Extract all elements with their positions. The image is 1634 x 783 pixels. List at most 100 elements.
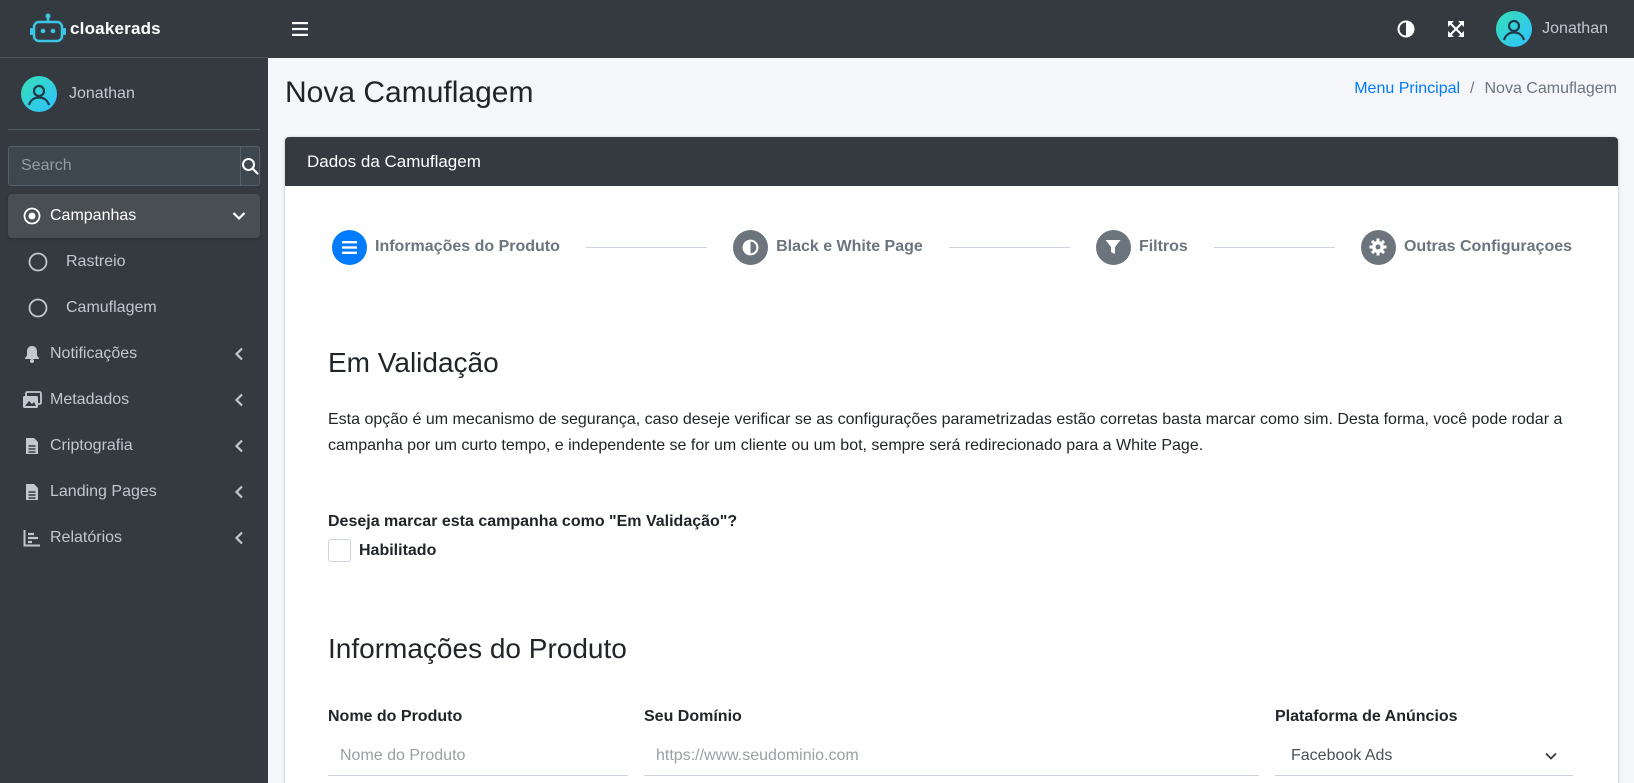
- sidebar-user-name: Jonathan: [69, 84, 135, 102]
- product-name-input[interactable]: [328, 736, 628, 776]
- sidebar-nav: Campanhas Rastreio Camuflagem Notificaçõ…: [0, 194, 268, 560]
- step-label: Informações do Produto: [375, 238, 560, 255]
- fullscreen-button[interactable]: [1446, 19, 1466, 39]
- breadcrumb-separator: /: [1470, 80, 1475, 97]
- breadcrumb-home-link[interactable]: Menu Principal: [1354, 80, 1460, 98]
- field-label: Plataforma de Anúncios: [1275, 708, 1458, 725]
- step-black-white-page[interactable]: Black e White Page: [733, 229, 923, 265]
- platform-select[interactable]: Facebook Ads: [1275, 736, 1573, 776]
- step-circle: [1095, 229, 1131, 265]
- hamburger-icon: [292, 22, 308, 36]
- half-circle-icon: [742, 239, 759, 255]
- sidebar-item-camuflagem[interactable]: Camuflagem: [8, 286, 260, 330]
- sidebar-item-criptografia[interactable]: Criptografia: [8, 424, 260, 468]
- circle-icon: [28, 298, 48, 318]
- camuflagem-card: Dados da Camuflagem Informações do Produ…: [285, 137, 1618, 783]
- chevron-left-icon: [232, 439, 246, 453]
- domain-field: Seu Domínio: [644, 708, 1259, 776]
- user-panel[interactable]: Jonathan: [8, 58, 260, 130]
- sidebar-item-relatorios[interactable]: Relatórios: [8, 516, 260, 560]
- product-name-field: Nome do Produto: [328, 708, 628, 776]
- images-icon: [22, 390, 42, 410]
- chart-icon: [22, 528, 42, 548]
- step-connector: [948, 246, 1070, 248]
- step-circle: [332, 229, 367, 265]
- validation-title: Em Validação: [328, 347, 499, 378]
- sidebar-item-label: Camuflagem: [66, 299, 157, 316]
- step-label: Outras Configuraçoes: [1403, 238, 1573, 255]
- search-button[interactable]: [240, 146, 260, 186]
- product-section-title: Informações do Produto: [328, 633, 627, 664]
- list-icon: [342, 240, 357, 254]
- checkbox-label[interactable]: Habilitado: [359, 542, 436, 560]
- bell-icon: [22, 344, 42, 364]
- page-title: Nova Camuflagem: [285, 76, 534, 109]
- platform-field: Plataforma de Anúncios Facebook Ads: [1275, 708, 1573, 776]
- sidebar-item-campanhas[interactable]: Campanhas: [8, 194, 260, 238]
- step-outras-configuracoes[interactable]: Outras Configuraçoes: [1360, 229, 1573, 265]
- brand-link[interactable]: cloakerads: [0, 0, 268, 58]
- chevron-left-icon: [232, 485, 246, 499]
- card-header: Dados da Camuflagem: [285, 137, 1618, 186]
- main-content: Nova Camuflagem Menu Principal / Nova Ca…: [268, 58, 1634, 783]
- menu-toggle-button[interactable]: [292, 20, 310, 38]
- contrast-icon: [1397, 20, 1415, 38]
- validation-checkbox[interactable]: [328, 539, 351, 562]
- domain-input[interactable]: [644, 736, 1259, 776]
- sidebar-item-landing-pages[interactable]: Landing Pages: [8, 470, 260, 514]
- sidebar-item-label: Relatórios: [50, 529, 123, 546]
- user-menu[interactable]: Jonathan: [1496, 11, 1608, 47]
- step-connector: [1213, 246, 1335, 248]
- navbar-right: Jonathan: [1396, 0, 1608, 58]
- chevron-left-icon: [232, 393, 246, 407]
- step-circle: [733, 229, 769, 265]
- circle-icon: [28, 252, 48, 272]
- dot-circle-icon: [22, 206, 42, 226]
- validation-description: Esta opção é um mecanismo de segurança, …: [328, 411, 1563, 454]
- field-label: Seu Domínio: [644, 708, 742, 725]
- step-label: Black e White Page: [776, 238, 923, 255]
- step-label: Filtros: [1138, 238, 1188, 255]
- sidebar-search: [8, 146, 260, 186]
- sidebar-item-label: Criptografia: [50, 437, 133, 454]
- search-input[interactable]: [8, 146, 240, 186]
- sidebar: cloakerads Jonathan Campanhas: [0, 0, 268, 783]
- validation-question: Deseja marcar esta campanha como "Em Val…: [328, 513, 738, 530]
- top-navbar: Jonathan: [268, 0, 1634, 58]
- step-filtros[interactable]: Filtros: [1095, 229, 1188, 265]
- sidebar-item-notificacoes[interactable]: Notificações: [8, 332, 260, 376]
- sidebar-item-rastreio[interactable]: Rastreio: [8, 240, 260, 284]
- breadcrumb-current: Nova Camuflagem: [1484, 80, 1618, 97]
- expand-arrows-icon: [1448, 21, 1465, 37]
- sidebar-item-metadados[interactable]: Metadados: [8, 378, 260, 422]
- robot-logo-icon: [30, 13, 66, 42]
- step-connector: [585, 246, 708, 248]
- sidebar-item-label: Notificações: [50, 345, 138, 362]
- step-informacoes-produto[interactable]: Informações do Produto: [332, 229, 560, 265]
- filter-icon: [1105, 240, 1121, 254]
- platform-selected-value: Facebook Ads: [1291, 746, 1393, 764]
- avatar: [21, 75, 57, 112]
- field-label: Nome do Produto: [328, 708, 463, 725]
- chevron-left-icon: [232, 347, 246, 361]
- file-icon: [22, 482, 42, 502]
- file-icon: [22, 436, 42, 456]
- content-header: Nova Camuflagem Menu Principal / Nova Ca…: [268, 58, 1634, 134]
- sidebar-item-label: Rastreio: [66, 253, 126, 270]
- sidebar-item-label: Campanhas: [50, 207, 137, 224]
- sidebar-item-label: Landing Pages: [50, 483, 157, 500]
- stepper: Informações do Produto Black e White Pag…: [332, 229, 1572, 265]
- navbar-user-name: Jonathan: [1542, 20, 1608, 37]
- card-title: Dados da Camuflagem: [307, 151, 481, 171]
- chevron-down-icon: [232, 209, 246, 223]
- breadcrumb: Menu Principal / Nova Camuflagem: [1354, 80, 1617, 98]
- step-circle: [1360, 229, 1396, 265]
- chevron-down-icon: [1545, 752, 1557, 760]
- validation-checkbox-row: Habilitado: [328, 539, 436, 562]
- avatar: [1496, 11, 1533, 47]
- user-avatar-icon: [1503, 19, 1526, 41]
- search-icon: [242, 158, 259, 175]
- brand-name: cloakerads: [70, 18, 161, 38]
- theme-toggle-button[interactable]: [1396, 19, 1416, 39]
- chevron-left-icon: [232, 531, 246, 545]
